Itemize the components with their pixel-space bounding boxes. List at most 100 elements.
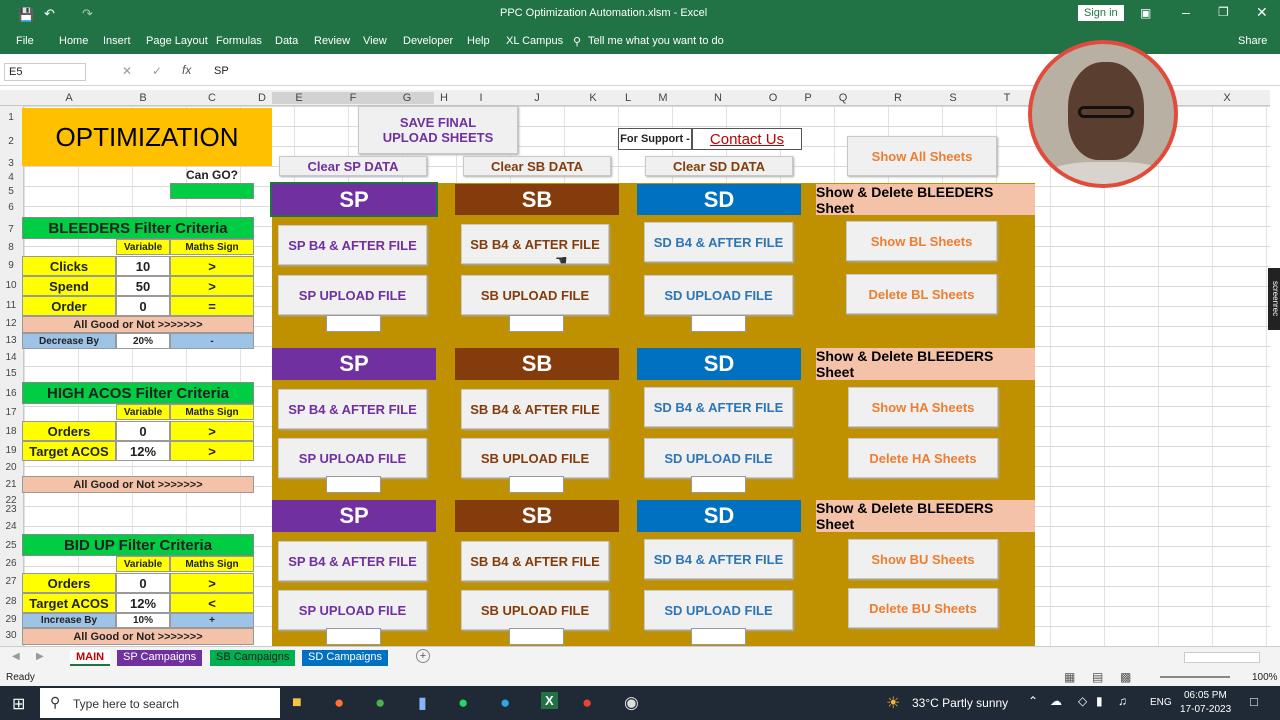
sd-upload-file-button-2[interactable]: SD UPLOAD FILE xyxy=(644,438,793,478)
col-header[interactable]: G xyxy=(380,92,434,104)
sp-upload-file-button-2[interactable]: SP UPLOAD FILE xyxy=(278,438,427,478)
delete-ha-sheets-button[interactable]: Delete HA Sheets xyxy=(848,438,998,478)
bleeders-spend-value[interactable]: 50 xyxy=(116,276,170,296)
sb-status-cell-2[interactable] xyxy=(509,476,564,493)
col-header[interactable]: F xyxy=(326,92,380,104)
sheet-tab-sb-campaigns[interactable]: SB Campaigns xyxy=(210,650,296,666)
excel-icon[interactable]: X xyxy=(541,692,558,709)
bid-up-orders-value[interactable]: 0 xyxy=(116,573,170,593)
tab-scroll-left-icon[interactable]: ◀ xyxy=(12,651,20,662)
row-header[interactable]: 27 xyxy=(0,576,22,587)
sb-upload-file-button-2[interactable]: SB UPLOAD FILE xyxy=(461,438,609,478)
share-button[interactable]: Share xyxy=(1238,35,1267,47)
sb-upload-file-button-3[interactable]: SB UPLOAD FILE xyxy=(461,590,609,630)
save-final-upload-button[interactable]: SAVE FINAL UPLOAD SHEETS xyxy=(358,106,518,154)
row-header[interactable]: 2 xyxy=(0,136,22,147)
col-header[interactable]: D xyxy=(252,92,272,104)
sb-upload-file-button-1[interactable]: SB UPLOAD FILE xyxy=(461,275,609,315)
zoom-level[interactable]: 100% xyxy=(1252,672,1278,683)
high-acos-orders-value[interactable]: 0 xyxy=(116,421,170,441)
tab-file[interactable]: File xyxy=(16,35,34,47)
tab-help[interactable]: Help xyxy=(467,35,490,47)
tab-review[interactable]: Review xyxy=(314,35,350,47)
sp-upload-file-button-1[interactable]: SP UPLOAD FILE xyxy=(278,275,427,315)
col-header[interactable]: X xyxy=(1200,92,1254,104)
sd-upload-file-button-1[interactable]: SD UPLOAD FILE xyxy=(644,275,793,315)
sd-b4-after-file-button-1[interactable]: SD B4 & AFTER FILE xyxy=(644,222,793,262)
tab-insert[interactable]: Insert xyxy=(103,35,131,47)
row-header[interactable]: 15 xyxy=(0,368,22,379)
redo-icon[interactable]: ↷ xyxy=(82,6,93,22)
function-icon[interactable]: fx xyxy=(182,63,191,77)
row-header[interactable]: 17 xyxy=(0,407,22,418)
close-icon[interactable]: ✕ xyxy=(1256,4,1268,21)
bleeders-clicks-value[interactable]: 10 xyxy=(116,256,170,276)
sp-b4-after-file-button-1[interactable]: SP B4 & AFTER FILE xyxy=(278,225,427,265)
col-header[interactable]: Q xyxy=(816,92,870,104)
row-header[interactable]: 4 xyxy=(0,172,22,183)
cloud-icon[interactable]: ☁ xyxy=(1050,694,1062,708)
sb-status-cell-3[interactable] xyxy=(509,628,564,645)
notification-icon[interactable]: □ xyxy=(1250,694,1258,709)
normal-view-icon[interactable]: ▦ xyxy=(1064,670,1075,684)
row-header[interactable]: 5 xyxy=(0,186,22,197)
clock-time[interactable]: 06:05 PM xyxy=(1184,690,1227,701)
firefox-icon[interactable]: ● xyxy=(334,693,344,713)
sd-upload-file-button-3[interactable]: SD UPLOAD FILE xyxy=(644,590,793,630)
horizontal-scrollbar[interactable] xyxy=(1184,652,1260,663)
sp-b4-after-file-button-3[interactable]: SP B4 & AFTER FILE xyxy=(278,541,427,581)
col-header[interactable]: B xyxy=(114,92,172,104)
bleeders-order-sign[interactable]: = xyxy=(170,296,254,316)
row-header[interactable]: 3 xyxy=(0,158,22,169)
row-header[interactable]: 1 xyxy=(0,112,22,123)
edge-icon[interactable]: ● xyxy=(500,693,510,713)
notepad-icon[interactable]: ▮ xyxy=(418,693,427,713)
row-header[interactable]: 29 xyxy=(0,614,22,625)
tab-home[interactable]: Home xyxy=(59,35,88,47)
row-header[interactable]: 30 xyxy=(0,630,22,641)
windows-start-icon[interactable]: ⊞ xyxy=(12,694,25,714)
bid-up-target-value[interactable]: 12% xyxy=(116,593,170,613)
col-header[interactable]: C xyxy=(172,92,252,104)
screenrec-tag[interactable]: screenrec xyxy=(1268,268,1280,330)
page-layout-icon[interactable]: ▤ xyxy=(1092,670,1103,684)
high-acos-target-value[interactable]: 12% xyxy=(116,441,170,461)
tray-chevron-icon[interactable]: ⌃ xyxy=(1028,694,1038,708)
row-header[interactable]: 10 xyxy=(0,280,22,291)
row-header[interactable]: 26 xyxy=(0,558,22,569)
bleeders-spend-sign[interactable]: > xyxy=(170,276,254,296)
high-acos-orders-sign[interactable]: > xyxy=(170,421,254,441)
row-header[interactable]: 16 xyxy=(0,388,22,399)
row-header[interactable]: 24 xyxy=(0,521,22,532)
weather-text[interactable]: 33°C Partly sunny xyxy=(912,696,1008,710)
tab-page-layout[interactable]: Page Layout xyxy=(146,35,208,47)
sp-status-cell-3[interactable] xyxy=(326,628,381,645)
tell-me-input[interactable]: Tell me what you want to do xyxy=(588,35,724,47)
row-header[interactable]: 11 xyxy=(0,300,22,311)
col-header[interactable]: L xyxy=(620,92,636,104)
row-header[interactable]: 7 xyxy=(0,224,22,235)
battery-icon[interactable]: ▮ xyxy=(1096,694,1103,708)
cancel-icon[interactable]: ✕ xyxy=(122,64,132,78)
row-header[interactable]: 21 xyxy=(0,479,22,490)
sd-status-cell-2[interactable] xyxy=(691,476,746,493)
col-header[interactable]: S xyxy=(926,92,980,104)
ribbon-display-icon[interactable]: ▣ xyxy=(1140,6,1151,20)
clear-sp-data-button[interactable]: Clear SP DATA xyxy=(279,156,427,176)
col-header[interactable]: N xyxy=(690,92,746,104)
language-indicator[interactable]: ENG xyxy=(1150,697,1172,708)
delete-bu-sheets-button[interactable]: Delete BU Sheets xyxy=(848,588,998,628)
page-break-icon[interactable]: ▩ xyxy=(1120,670,1131,684)
sign-in-button[interactable]: Sign in xyxy=(1078,5,1124,21)
name-box[interactable]: E5 xyxy=(4,63,86,81)
taskbar-search[interactable]: ⚲ Type here to search xyxy=(40,688,280,718)
sheet-tab-sd-campaigns[interactable]: SD Campaigns xyxy=(302,650,388,666)
delete-bl-sheets-button[interactable]: Delete BL Sheets xyxy=(846,274,997,314)
col-header[interactable]: O xyxy=(746,92,800,104)
col-header[interactable]: E xyxy=(272,92,326,104)
bid-up-orders-sign[interactable]: > xyxy=(170,573,254,593)
col-header[interactable]: I xyxy=(454,92,508,104)
sp-status-cell-1[interactable] xyxy=(326,315,381,332)
sd-b4-after-file-button-2[interactable]: SD B4 & AFTER FILE xyxy=(644,387,793,427)
show-ha-sheets-button[interactable]: Show HA Sheets xyxy=(848,387,998,427)
